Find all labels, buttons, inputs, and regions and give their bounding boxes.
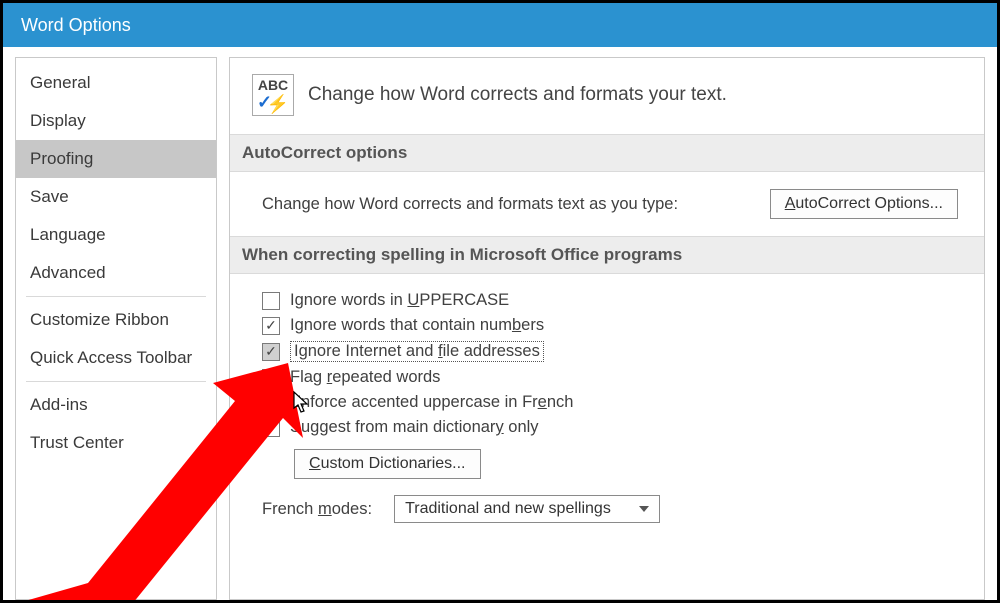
intro-text: Change how Word corrects and formats you… [308,84,727,106]
checkbox-label[interactable]: Suggest from main dictionary only [290,418,539,437]
category-sidebar: GeneralDisplayProofingSaveLanguageAdvanc… [15,57,217,600]
sidebar-item-general[interactable]: General [16,64,216,102]
lightning-icon: ⚡ [267,94,289,115]
autocorrect-options-button[interactable]: AutoCorrect Options... [770,189,958,219]
french-modes-value: Traditional and new spellings [405,500,611,518]
abc-proofing-icon: ABC ✓ ⚡ [252,74,294,116]
checkbox[interactable] [262,394,280,412]
checkbox-row: Enforce accented uppercase in French [252,390,962,415]
sidebar-item-advanced[interactable]: Advanced [16,254,216,292]
checkbox-row: Ignore words in UPPERCASE [252,288,962,313]
checkbox-label[interactable]: Enforce accented uppercase in French [290,393,573,412]
checkbox-label[interactable]: Ignore words that contain numbers [290,316,544,335]
checkbox-row: ✓ Ignore words that contain numbers [252,313,962,338]
checkbox-row: ✓ Ignore Internet and file addresses [252,338,962,365]
sidebar-item-save[interactable]: Save [16,178,216,216]
checkbox-label[interactable]: Ignore words in UPPERCASE [290,291,509,310]
sidebar-divider [26,296,206,297]
sidebar-item-customize-ribbon[interactable]: Customize Ribbon [16,301,216,339]
sidebar-item-add-ins[interactable]: Add-ins [16,386,216,424]
checkmark-icon: ✓ [265,343,277,360]
content-pane: ABC ✓ ⚡ Change how Word corrects and for… [229,57,985,600]
title-bar: Word Options [3,3,997,47]
french-modes-label: French modes: [262,500,372,519]
chevron-down-icon [639,506,649,512]
checkbox[interactable] [262,292,280,310]
checkbox-label[interactable]: Ignore Internet and file addresses [290,341,544,362]
sidebar-item-language[interactable]: Language [16,216,216,254]
autocorrect-desc: Change how Word corrects and formats tex… [262,195,678,214]
checkbox-label[interactable]: Flag repeated words [290,368,440,387]
french-modes-dropdown[interactable]: Traditional and new spellings [394,495,660,523]
section-autocorrect-options: AutoCorrect options [230,134,984,172]
sidebar-item-trust-center[interactable]: Trust Center [16,424,216,462]
window-title: Word Options [21,15,131,36]
sidebar-item-proofing[interactable]: Proofing [16,140,216,178]
sidebar-item-quick-access-toolbar[interactable]: Quick Access Toolbar [16,339,216,377]
checkbox[interactable]: ✓ [262,343,280,361]
custom-dictionaries-button[interactable]: Custom Dictionaries... [294,449,481,479]
checkbox[interactable] [262,419,280,437]
abc-icon-text: ABC [258,77,288,93]
sidebar-item-display[interactable]: Display [16,102,216,140]
sidebar-divider [26,381,206,382]
checkbox[interactable]: ✓ [262,369,280,387]
checkmark-icon: ✓ [265,369,277,386]
checkbox-row: Suggest from main dictionary only [252,415,962,440]
section-spelling-correction: When correcting spelling in Microsoft Of… [230,236,984,274]
checkbox[interactable]: ✓ [262,317,280,335]
checkmark-icon: ✓ [265,317,277,334]
checkbox-row: ✓ Flag repeated words [252,365,962,390]
